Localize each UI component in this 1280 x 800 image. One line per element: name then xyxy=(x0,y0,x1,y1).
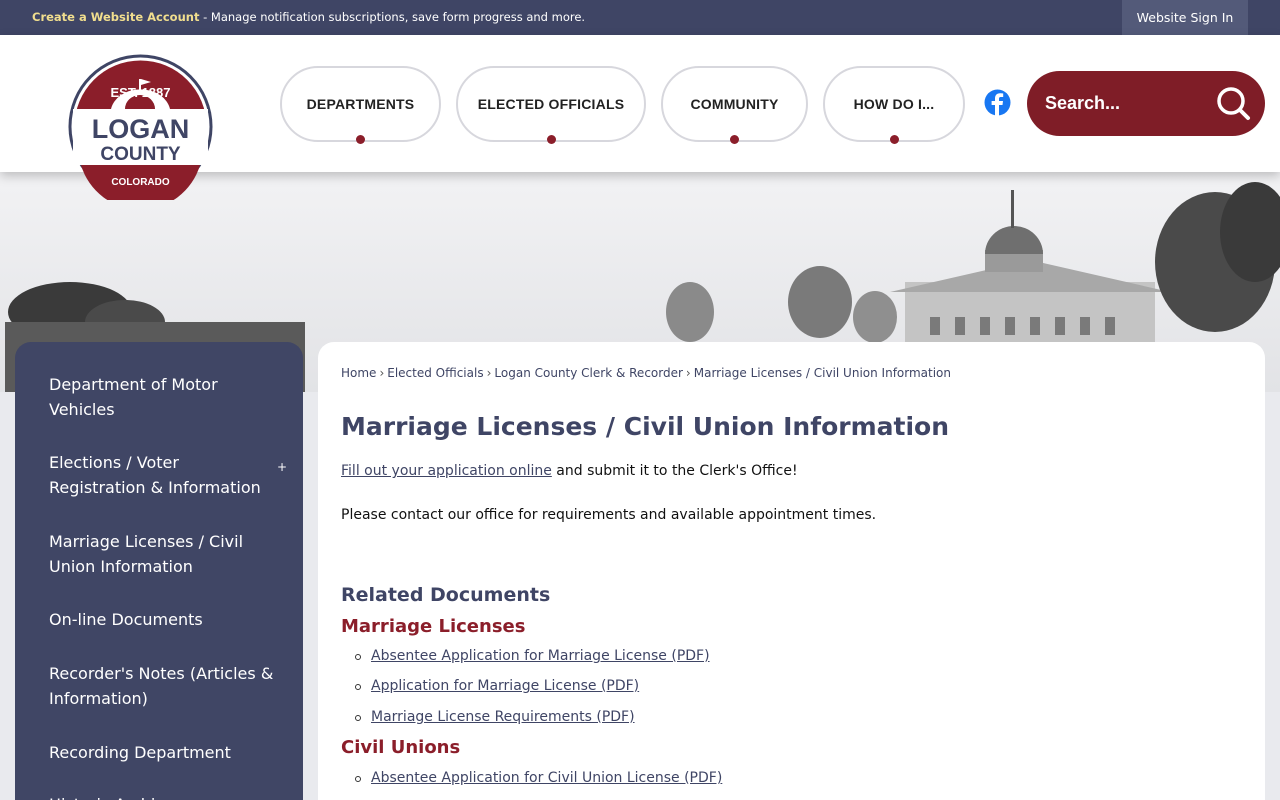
website-sign-in-button[interactable]: Website Sign In xyxy=(1122,0,1248,35)
list-bullet xyxy=(355,776,361,782)
logo-county-text: COUNTY xyxy=(100,144,181,165)
nav-community[interactable]: COMMUNITY xyxy=(661,66,808,144)
logo-colorado-text: COLORADO xyxy=(111,177,170,188)
nav-dot-icon xyxy=(889,135,899,144)
nav-how-do-i[interactable]: HOW DO I... xyxy=(823,66,965,144)
top-utility-bar: Create a Website Account - Manage notifi… xyxy=(0,0,1280,35)
breadcrumb-separator: › xyxy=(486,366,492,380)
page-title: Marriage Licenses / Civil Union Informat… xyxy=(341,412,950,441)
related-documents-heading: Related Documents xyxy=(341,584,551,606)
list-bullet xyxy=(355,715,361,721)
content-panel: Home › Elected Officials › Logan County Cler… xyxy=(318,342,1265,800)
expand-plus-icon[interactable]: + xyxy=(277,460,287,474)
marriage-licenses-heading: Marriage Licenses xyxy=(341,616,526,637)
sidebar-item-elections[interactable]: Elections / Voter Registration & Informa… xyxy=(49,450,274,500)
breadcrumb-home[interactable]: Home xyxy=(341,366,376,380)
doc-link-absentee-marriage[interactable]: Absentee Application for Marriage Licens… xyxy=(371,648,710,664)
sidebar-item-recorders-notes[interactable]: Recorder's Notes (Articles & Information… xyxy=(49,661,274,711)
sidebar-item-historic-archives[interactable]: Historic Archives xyxy=(49,792,274,800)
account-message: Create a Website Account - Manage notifi… xyxy=(32,10,585,24)
sidebar-item-motor-vehicles[interactable]: Department of Motor Vehicles xyxy=(49,372,274,422)
logo-est-text: EST. 1887 xyxy=(111,85,171,100)
search-box xyxy=(1027,71,1265,136)
nav-elected-officials-label: ELECTED OFFICIALS xyxy=(477,96,625,112)
nav-community-label: COMMUNITY xyxy=(690,96,779,112)
sidebar-item-online-documents[interactable]: On-line Documents xyxy=(49,607,274,632)
nav-dot-icon xyxy=(356,135,365,144)
account-message-text: - Manage notification subscriptions, sav… xyxy=(199,10,586,24)
nav-how-do-i-label: HOW DO I... xyxy=(853,96,935,112)
create-account-link[interactable]: Create a Website Account xyxy=(32,10,199,24)
facebook-icon[interactable] xyxy=(984,89,1011,116)
list-bullet xyxy=(355,654,361,660)
fill-out-application-link[interactable]: Fill out your application online xyxy=(341,463,552,479)
sidebar-item-recording-department[interactable]: Recording Department xyxy=(49,740,274,765)
nav-elected-officials[interactable]: ELECTED OFFICIALS xyxy=(456,66,646,144)
breadcrumb-separator: › xyxy=(685,366,691,380)
sidebar-item-marriage-licenses[interactable]: Marriage Licenses / Civil Union Informat… xyxy=(49,529,274,579)
doc-link-marriage-requirements[interactable]: Marriage License Requirements (PDF) xyxy=(371,709,635,725)
search-icon[interactable] xyxy=(1215,85,1251,121)
breadcrumb-elected-officials[interactable]: Elected Officials xyxy=(387,366,483,380)
breadcrumb-current[interactable]: Marriage Licenses / Civil Union Informat… xyxy=(694,366,951,380)
logo-logan-text: LOGAN xyxy=(92,114,190,144)
nav-departments-label: DEPARTMENTS xyxy=(306,96,415,112)
doc-link-absentee-civil-union[interactable]: Absentee Application for Civil Union Lic… xyxy=(371,770,722,786)
nav-departments[interactable]: DEPARTMENTS xyxy=(280,66,441,144)
doc-link-marriage-application[interactable]: Application for Marriage License (PDF) xyxy=(371,678,639,694)
civil-unions-heading: Civil Unions xyxy=(341,737,461,758)
nav-dot-icon xyxy=(730,135,739,144)
list-bullet xyxy=(355,684,361,690)
breadcrumb-clerk-recorder[interactable]: Logan County Clerk & Recorder xyxy=(494,366,683,380)
intro-text: and submit it to the Clerk's Office! xyxy=(551,463,798,479)
nav-dot-icon xyxy=(546,135,556,144)
intro-paragraph: Fill out your application online and sub… xyxy=(341,463,798,479)
breadcrumb-separator: › xyxy=(379,366,385,380)
search-input[interactable] xyxy=(1045,85,1215,121)
sidebar-nav: Department of Motor Vehicles Elections /… xyxy=(15,342,303,800)
logan-county-logo[interactable]: EST. 1887 LOGAN COUNTY COLORADO xyxy=(67,53,214,200)
breadcrumb: Home › Elected Officials › Logan County Cler… xyxy=(341,366,951,380)
contact-paragraph: Please contact our office for requiremen… xyxy=(341,507,877,523)
